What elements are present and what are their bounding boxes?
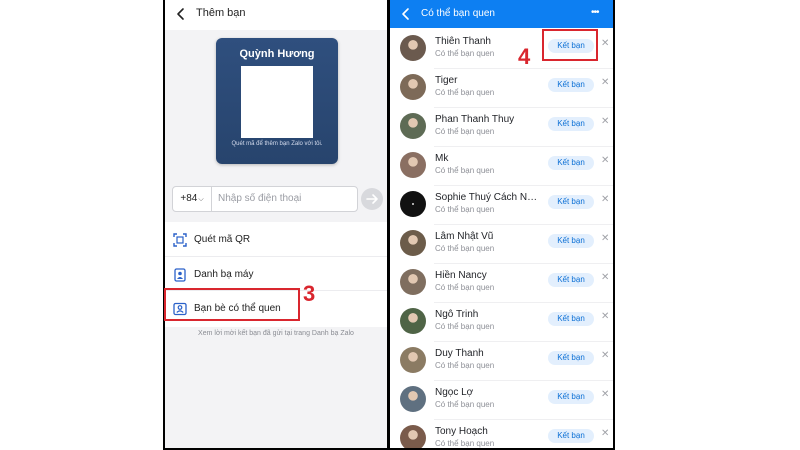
friend-suggestion-row[interactable]: Phan Thanh Thuy Có thể bạn quen Kết bạn ✕ [390,108,613,147]
menu-item-label: Quét mã QR [194,234,251,245]
add-friend-button[interactable]: Kết bạn [548,390,594,404]
dismiss-icon[interactable]: ✕ [601,272,609,283]
friend-subtitle: Có thể bạn quen [435,283,495,292]
friend-suggestion-row[interactable]: Hiền Nancy Có thể bạn quen Kết bạn ✕ [390,264,613,303]
avatar[interactable] [400,386,426,412]
dismiss-icon[interactable]: ✕ [601,77,609,88]
dismiss-icon[interactable]: ✕ [601,194,609,205]
page-title: Có thể bạn quen [421,8,495,19]
add-friend-screen: Thêm bạn Quỳnh Hương Quét mã để thêm bạn… [163,0,389,450]
friend-subtitle: Có thể bạn quen [435,127,495,136]
add-friend-button[interactable]: Kết bạn [548,312,594,326]
friend-suggestion-row[interactable]: Lâm Nhật Vũ Có thể bạn quen Kết bạn ✕ [390,225,613,264]
dismiss-icon[interactable]: ✕ [601,233,609,244]
dismiss-icon[interactable]: ✕ [601,116,609,127]
friend-subtitle: Có thể bạn quen [435,166,495,175]
friend-suggestion-row[interactable]: Tiger Có thể bạn quen Kết bạn ✕ [390,69,613,108]
friend-request-hint: Xem lời mời kết bạn đã gửi tại trang Dan… [198,330,354,337]
menu-item-scan-qr[interactable]: Quét mã QR [165,222,387,258]
add-friend-header: Thêm bạn [165,0,387,30]
friend-subtitle: Có thể bạn quen [435,439,495,448]
friend-suggestion-row[interactable]: Tony Hoạch Có thể bạn quen Kết bạn ✕ [390,420,613,448]
avatar[interactable] [400,230,426,256]
friend-suggestion-row[interactable]: Ngọc Lợ Có thể bạn quen Kết bạn ✕ [390,381,613,420]
phone-number-input[interactable]: Nhập số điện thoại [218,193,301,204]
add-friend-button[interactable]: Kết bạn [548,351,594,365]
friend-subtitle: Có thể bạn quen [435,88,495,97]
add-friend-button[interactable]: Kết bạn [548,234,594,248]
dismiss-icon[interactable]: ✕ [601,38,609,49]
friend-subtitle: Có thể bạn quen [435,400,495,409]
menu-item-label: Danh bạ máy [194,269,254,280]
highlight-box-people-you-may-know [164,288,300,321]
friend-name: Hiền Nancy [435,270,487,281]
add-friend-button[interactable]: Kết bạn [548,273,594,287]
add-friend-button[interactable]: Kết bạn [548,156,594,170]
friend-subtitle: Có thể bạn quen [435,361,495,370]
back-arrow-icon[interactable] [173,6,189,22]
back-arrow-icon[interactable] [399,6,413,22]
friend-name: Ngô Trinh [435,309,479,320]
avatar[interactable] [400,113,426,139]
dismiss-icon[interactable]: ✕ [601,155,609,166]
avatar[interactable] [400,308,426,334]
friend-name: Lâm Nhật Vũ [435,231,494,242]
search-phone-button[interactable] [361,188,383,210]
country-code-select[interactable]: +84⌵ [173,187,212,211]
avatar[interactable] [400,347,426,373]
step-number-4: 4 [518,44,531,69]
arrow-right-icon [366,194,378,204]
dismiss-icon[interactable]: ✕ [601,428,609,439]
friend-subtitle: Có thể bạn quen [435,244,495,253]
people-you-may-know-screen: Có thể bạn quen ••• Thiên Thanh Có thể bạ… [388,0,615,450]
avatar[interactable] [400,425,426,448]
dismiss-icon[interactable]: ✕ [601,350,609,361]
friend-name: Ngọc Lợ [435,387,474,398]
chevron-down-icon: ⌵ [198,196,204,203]
avatar[interactable] [400,269,426,295]
friend-name: Phan Thanh Thuy [435,114,515,125]
highlight-box-add-friend [542,29,598,61]
page-title: Thêm bạn [196,7,246,19]
more-options-icon[interactable]: ••• [591,7,599,18]
dismiss-icon[interactable]: ✕ [601,389,609,400]
add-friend-button[interactable]: Kết bạn [548,429,594,443]
avatar[interactable] [400,74,426,100]
qr-code-image[interactable] [241,66,313,138]
friend-suggestion-row[interactable]: Duy Thanh Có thể bạn quen Kết bạn ✕ [390,342,613,381]
qr-card: Quỳnh Hương Quét mã để thêm bạn Zalo với… [216,38,338,164]
friend-name: Tiger [435,75,458,86]
avatar[interactable] [400,35,426,61]
friend-subtitle: Có thể bạn quen [435,49,495,58]
friend-name: Tony Hoạch [435,426,488,437]
suggestions-header: Có thể bạn quen ••• [390,0,613,28]
qr-owner-name: Quỳnh Hương [239,48,315,60]
phone-input-row: +84⌵ Nhập số điện thoại [172,186,358,212]
country-code-value: +84 [180,193,198,204]
friend-name: Duy Thanh [435,348,484,359]
avatar[interactable] [400,191,426,217]
dismiss-icon[interactable]: ✕ [601,311,609,322]
qr-caption: Quét mã để thêm bạn Zalo với tôi. [231,141,323,147]
add-friend-button[interactable]: Kết bạn [548,117,594,131]
qr-scan-icon [173,233,187,247]
add-friend-button[interactable]: Kết bạn [548,195,594,209]
friend-subtitle: Có thể bạn quen [435,322,495,331]
friend-suggestion-row[interactable]: Mk Có thể bạn quen Kết bạn ✕ [390,147,613,186]
friend-suggestion-row[interactable]: Ngô Trinh Có thể bạn quen Kết bạn ✕ [390,303,613,342]
step-number-3: 3 [303,281,316,306]
phonebook-icon [174,268,186,282]
add-friend-button[interactable]: Kết bạn [548,78,594,92]
friend-name: Sophie Thuý Cách Nhi... [435,192,540,203]
friend-suggestion-row[interactable]: Sophie Thuý Cách Nhi... Có thể bạn quen Kế… [390,186,613,225]
friend-subtitle: Có thể bạn quen [435,205,495,214]
avatar[interactable] [400,152,426,178]
friend-name: Mk [435,153,449,164]
